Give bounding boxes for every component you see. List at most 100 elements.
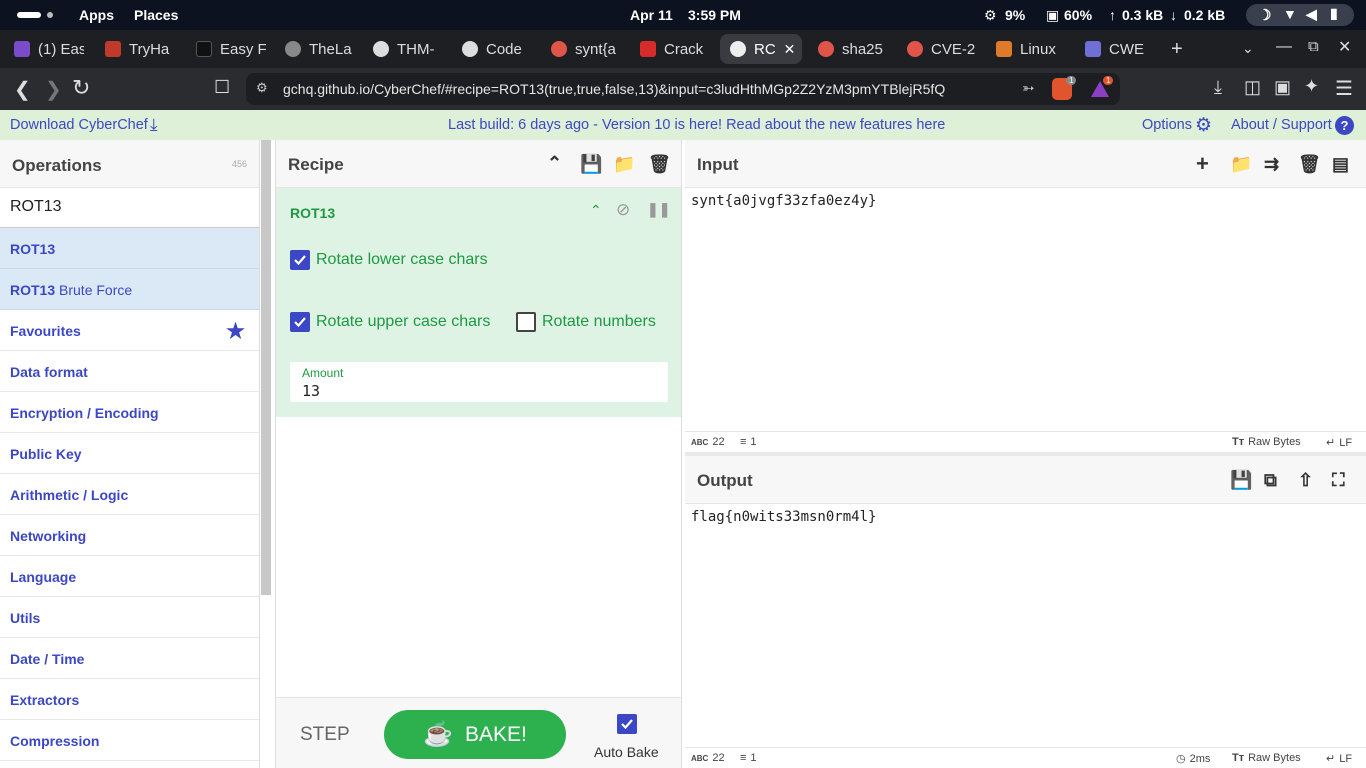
amount-value[interactable]: 13 bbox=[302, 382, 320, 400]
tab-6[interactable]: Code bbox=[462, 34, 532, 64]
build-notice-link[interactable]: Last build: 6 days ago - Version 10 is h… bbox=[448, 117, 945, 133]
tab-search-icon[interactable]: ⌄ bbox=[1242, 40, 1254, 57]
amount-field[interactable]: Amount 13 bbox=[290, 362, 668, 402]
result-rest: Brute Force bbox=[55, 282, 133, 298]
tab-3[interactable]: Easy F bbox=[196, 34, 266, 64]
maximize-icon[interactable]: ⧉ bbox=[1308, 38, 1319, 55]
workspace-indicator[interactable] bbox=[17, 12, 41, 18]
apps-menu[interactable]: Apps bbox=[79, 7, 114, 23]
site-info-icon[interactable]: ⚙ bbox=[256, 80, 268, 96]
date-label[interactable]: Apr 11 bbox=[630, 7, 673, 23]
category-networking[interactable]: Networking bbox=[0, 515, 259, 556]
forward-icon[interactable]: ❯ bbox=[45, 77, 62, 102]
step-button[interactable]: STEP bbox=[300, 724, 350, 746]
tab-11[interactable]: CVE-2 bbox=[907, 34, 977, 64]
maximize-output-icon[interactable]: ⛶ bbox=[1332, 470, 1345, 491]
tab-7[interactable]: synt{a bbox=[551, 34, 621, 64]
category-date-time[interactable]: Date / Time bbox=[0, 638, 259, 679]
downloads-icon[interactable]: ⤓ bbox=[1214, 77, 1222, 98]
save-recipe-icon[interactable]: 💾 bbox=[580, 154, 602, 175]
tab-4[interactable]: TheLa bbox=[285, 34, 355, 64]
open-file-icon[interactable]: 📁 bbox=[1230, 154, 1252, 175]
checkbox-checked-icon bbox=[290, 312, 310, 332]
recipe-header: Recipe ⌃ 💾 📁 🗑 bbox=[276, 140, 681, 188]
category-data-format[interactable]: Data format bbox=[0, 351, 259, 392]
leo-ai-icon[interactable]: ✦ bbox=[1304, 76, 1319, 97]
input-eol[interactable]: ↵ LF bbox=[1326, 436, 1352, 450]
collapse-all-icon[interactable]: ⌃ bbox=[547, 153, 562, 174]
output-eol[interactable]: ↵ LF bbox=[1326, 752, 1352, 766]
search-result-rot13[interactable]: ROT13 bbox=[0, 228, 259, 269]
system-menu[interactable]: ☽ ▼ ◀ ▮ bbox=[1246, 4, 1354, 26]
rewards-badge: 1 bbox=[1103, 76, 1114, 85]
input-encoding[interactable]: Tт Raw Bytes bbox=[1232, 436, 1301, 448]
copy-output-icon[interactable]: ⧉ bbox=[1264, 470, 1277, 491]
menu-icon[interactable]: ☰ bbox=[1335, 76, 1353, 101]
output-text[interactable]: flag{n0wits33msn0rm4l} bbox=[691, 509, 876, 525]
category-compression[interactable]: Compression bbox=[0, 720, 259, 761]
category-public-key[interactable]: Public Key bbox=[0, 433, 259, 474]
pause-icon[interactable]: ❚❚ bbox=[647, 201, 670, 218]
auto-bake-checkbox[interactable] bbox=[617, 714, 637, 734]
operations-search-input[interactable]: ROT13 bbox=[0, 188, 259, 228]
category-favourites[interactable]: Favourites ★ bbox=[0, 310, 259, 351]
clear-recipe-icon[interactable]: 🗑 bbox=[648, 154, 671, 175]
wallet-icon[interactable]: ▣ bbox=[1274, 77, 1291, 98]
sidebar-icon[interactable]: ◫ bbox=[1244, 77, 1261, 98]
tab-label: Crack bbox=[664, 40, 704, 58]
tab-10[interactable]: sha25 bbox=[818, 34, 888, 64]
address-bar[interactable]: ⚙ gchq.github.io/CyberChef/#recipe=ROT13… bbox=[246, 73, 1120, 105]
search-result-rot13-brute-force[interactable]: ROT13 Brute Force bbox=[0, 269, 259, 310]
rotate-lower-checkbox[interactable]: Rotate lower case chars bbox=[290, 250, 488, 270]
tab-13[interactable]: CWE bbox=[1085, 34, 1155, 64]
add-input-icon[interactable]: + bbox=[1196, 151, 1209, 177]
tab-12[interactable]: Linux bbox=[996, 34, 1066, 64]
tab-close-icon[interactable]: ✕ bbox=[784, 41, 796, 58]
back-icon[interactable]: ❮ bbox=[14, 77, 31, 102]
time-label[interactable]: 3:59 PM bbox=[688, 7, 741, 23]
about-support-link[interactable]: About / Support bbox=[1231, 117, 1332, 133]
gear-icon[interactable]: ⚙ bbox=[1195, 114, 1212, 137]
open-folder-icon[interactable]: ⇉ bbox=[1264, 154, 1279, 175]
tab-5[interactable]: THM- bbox=[373, 34, 443, 64]
rotate-upper-checkbox[interactable]: Rotate upper case chars bbox=[290, 312, 490, 332]
tab-9-active[interactable]: RC ✕ bbox=[720, 34, 802, 64]
bookmark-icon[interactable]: ☐ bbox=[214, 77, 230, 98]
tab-8[interactable]: Crack bbox=[640, 34, 710, 64]
category-arithmetic-logic[interactable]: Arithmetic / Logic bbox=[0, 474, 259, 515]
tab-2[interactable]: TryHa bbox=[105, 34, 175, 64]
new-tab-icon[interactable]: + bbox=[1171, 38, 1183, 61]
close-window-icon[interactable]: ✕ bbox=[1338, 37, 1351, 57]
download-icon[interactable]: ⤓ bbox=[150, 115, 158, 135]
input-textarea[interactable]: synt{a0jvgf33zfa0ez4y} bbox=[691, 193, 876, 209]
collapse-operation-icon[interactable]: ⌃ bbox=[590, 202, 602, 219]
layout-icon[interactable]: ▤ bbox=[1332, 154, 1349, 175]
options-link[interactable]: Options bbox=[1142, 117, 1192, 133]
replace-input-icon[interactable]: ⇧ bbox=[1298, 470, 1313, 491]
clear-input-icon[interactable]: 🗑 bbox=[1298, 154, 1321, 175]
workspace-dot[interactable] bbox=[47, 12, 53, 18]
minimize-icon[interactable]: — bbox=[1276, 38, 1292, 56]
operations-scrollbar[interactable] bbox=[261, 140, 271, 595]
memory-icon: ▣ bbox=[1046, 7, 1060, 23]
category-utils[interactable]: Utils bbox=[0, 597, 259, 638]
share-icon[interactable]: ➳ bbox=[1022, 79, 1035, 97]
recipe-operation-rot13[interactable]: ROT13 ⌃ ⊘ ❚❚ Rotate lower case chars Rot… bbox=[276, 188, 681, 417]
category-extractors[interactable]: Extractors bbox=[0, 679, 259, 720]
rotate-numbers-checkbox[interactable]: Rotate numbers bbox=[516, 312, 656, 332]
download-cyberchef-link[interactable]: Download CyberChef bbox=[10, 117, 148, 133]
char-count-value: 22 bbox=[712, 436, 725, 448]
category-encryption-encoding[interactable]: Encryption / Encoding bbox=[0, 392, 259, 433]
lines-icon: ≡ bbox=[740, 436, 747, 448]
help-icon[interactable]: ? bbox=[1335, 116, 1354, 135]
url-text[interactable]: gchq.github.io/CyberChef/#recipe=ROT13(t… bbox=[283, 81, 945, 97]
places-menu[interactable]: Places bbox=[134, 7, 178, 23]
save-output-icon[interactable]: 💾 bbox=[1230, 470, 1252, 491]
load-recipe-icon[interactable]: 📁 bbox=[613, 154, 635, 175]
category-language[interactable]: Language bbox=[0, 556, 259, 597]
tab-1[interactable]: (1) Eas bbox=[14, 34, 84, 64]
disable-operation-icon[interactable]: ⊘ bbox=[616, 200, 630, 220]
output-encoding[interactable]: Tт Raw Bytes bbox=[1232, 752, 1301, 764]
reload-icon[interactable]: ↻ bbox=[72, 75, 90, 101]
bake-button[interactable]: ☕ BAKE! bbox=[384, 710, 566, 759]
